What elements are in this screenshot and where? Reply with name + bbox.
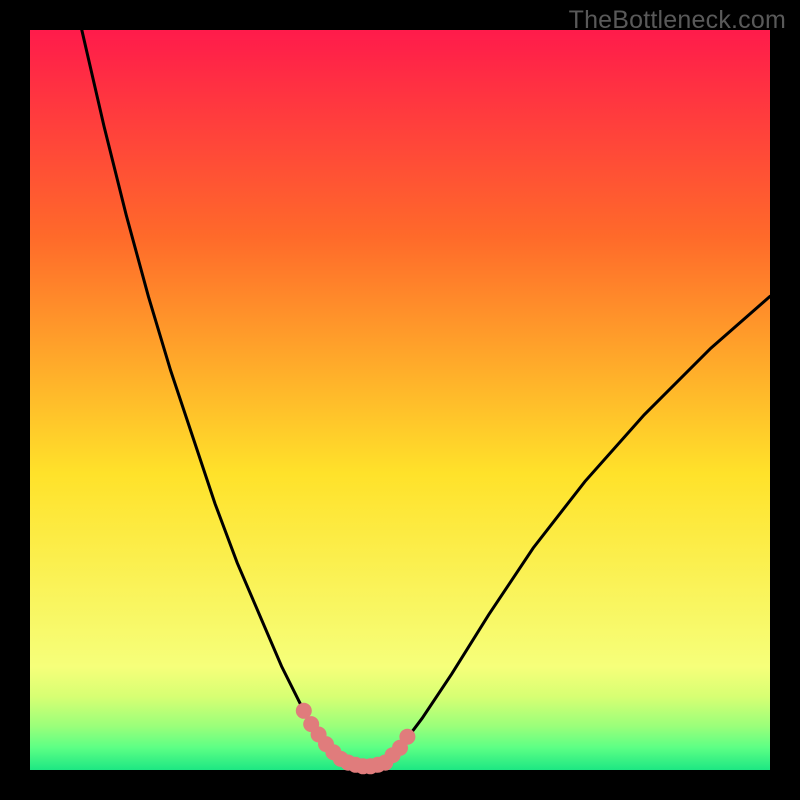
chart-container: TheBottleneck.com <box>0 0 800 800</box>
watermark-text: TheBottleneck.com <box>569 6 786 35</box>
marker-dot <box>399 729 415 745</box>
chart-svg <box>0 0 800 800</box>
